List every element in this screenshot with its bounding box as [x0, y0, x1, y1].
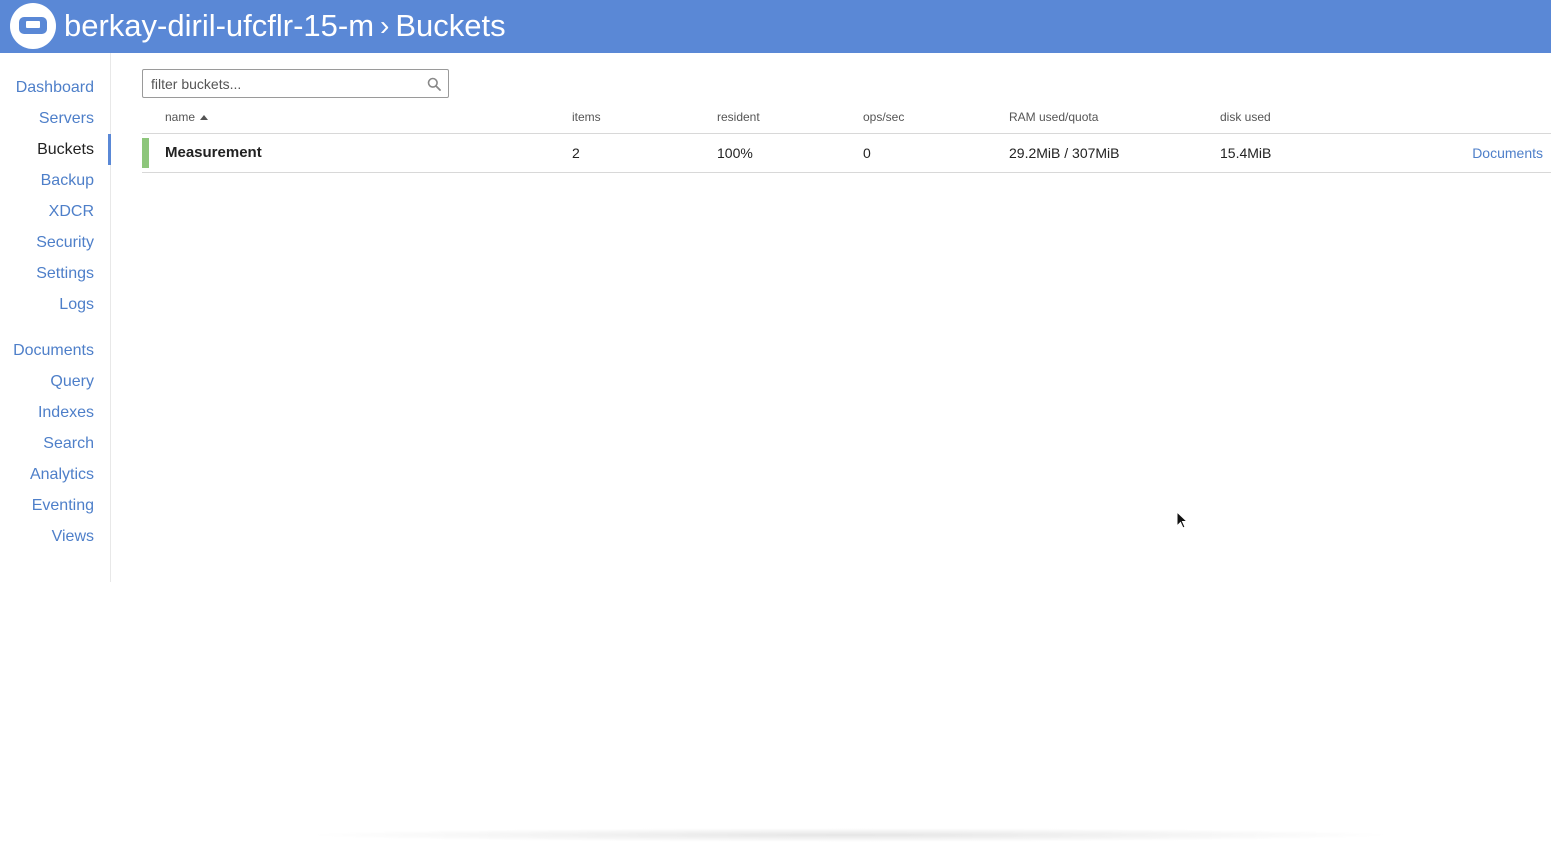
column-header-name-label: name — [165, 110, 196, 124]
sidebar-item-indexes[interactable]: Indexes — [38, 404, 94, 422]
sidebar-item-documents[interactable]: Documents — [13, 342, 94, 360]
bucket-items: 2 — [572, 145, 580, 161]
sidebar-item-search[interactable]: Search — [43, 435, 94, 453]
bucket-ram: 29.2MiB / 307MiB — [1009, 145, 1120, 161]
sidebar-item-dashboard[interactable]: Dashboard — [16, 79, 94, 97]
sidebar-item-views[interactable]: Views — [52, 528, 94, 546]
search-icon — [427, 77, 441, 91]
column-header-name[interactable]: name — [165, 110, 209, 124]
sidebar-nav: Dashboard Servers Buckets Backup XDCR Se… — [0, 53, 111, 582]
column-header-disk[interactable]: disk used — [1220, 110, 1271, 124]
chevron-right-icon: › — [380, 10, 390, 41]
sidebar-item-logs[interactable]: Logs — [59, 296, 94, 314]
sidebar-item-query[interactable]: Query — [50, 373, 94, 391]
sidebar-item-settings[interactable]: Settings — [36, 265, 94, 283]
breadcrumb: berkay-diril-ufcflr-15-m › Buckets — [64, 6, 506, 46]
page-title: Buckets — [395, 8, 506, 43]
sidebar-item-xdcr[interactable]: XDCR — [49, 203, 94, 221]
sort-ascending-icon — [200, 115, 209, 121]
sidebar-item-analytics[interactable]: Analytics — [30, 466, 94, 484]
sidebar-item-buckets[interactable]: Buckets — [37, 141, 94, 159]
column-header-resident[interactable]: resident — [717, 110, 760, 124]
bottom-shadow — [300, 828, 1400, 842]
documents-link[interactable]: Documents — [1472, 145, 1543, 161]
bucket-ops-sec: 0 — [863, 145, 871, 161]
mouse-cursor-icon — [1176, 511, 1189, 529]
bucket-resident: 100% — [717, 145, 753, 161]
app-header: berkay-diril-ufcflr-15-m › Buckets — [0, 0, 1551, 53]
table-row[interactable]: Measurement 2 100% 0 29.2MiB / 307MiB 15… — [142, 134, 1551, 173]
column-header-ops-sec[interactable]: ops/sec — [863, 110, 904, 124]
column-header-ram[interactable]: RAM used/quota — [1009, 110, 1098, 124]
active-indicator — [108, 134, 111, 165]
sidebar-item-backup[interactable]: Backup — [41, 172, 94, 190]
bucket-name[interactable]: Measurement — [165, 144, 262, 161]
sidebar-item-servers[interactable]: Servers — [39, 110, 94, 128]
bucket-status-indicator — [142, 138, 149, 168]
sidebar-item-security[interactable]: Security — [36, 234, 94, 252]
bucket-disk: 15.4MiB — [1220, 145, 1272, 161]
column-header-items[interactable]: items — [572, 110, 601, 124]
filter-buckets-input[interactable] — [143, 70, 448, 97]
couchbase-logo-icon[interactable] — [10, 3, 56, 49]
cluster-name[interactable]: berkay-diril-ufcflr-15-m — [64, 8, 374, 44]
bucket-filter — [142, 69, 449, 98]
sidebar-item-eventing[interactable]: Eventing — [32, 497, 94, 515]
